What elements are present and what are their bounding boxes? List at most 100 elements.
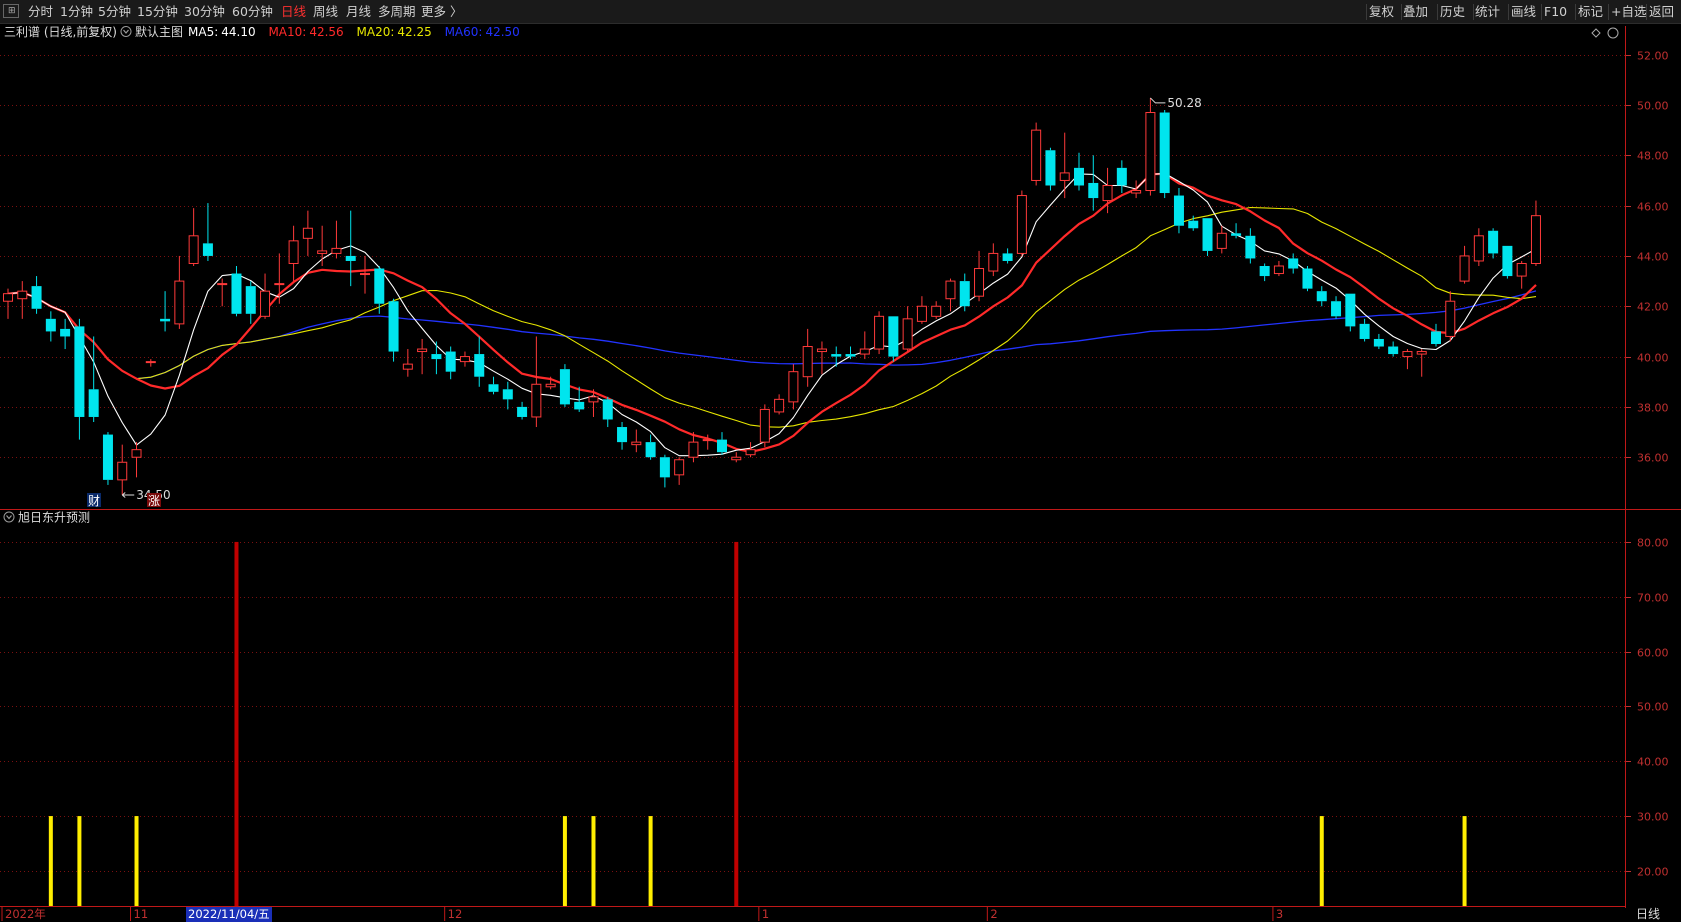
x-label: 2: [990, 907, 997, 921]
candle-down: [160, 318, 171, 322]
indicator-title-group[interactable]: 旭日东升预测: [3, 511, 90, 525]
candle-down: [1488, 230, 1499, 254]
candle-down: [1074, 167, 1084, 186]
toolbar-divider: [1575, 4, 1576, 20]
candle-up: [145, 361, 156, 364]
price-tick-label: 50.00: [1637, 100, 1669, 113]
cursor-date: 2022/11/04/五: [188, 907, 270, 921]
toolbar-button-5[interactable]: F10: [1544, 3, 1567, 21]
candle-down: [388, 301, 399, 352]
toolbar-divider: [1473, 4, 1474, 20]
high-price-label: 50.28: [1167, 96, 1201, 110]
candle-down: [888, 316, 899, 357]
candle-up: [317, 250, 328, 254]
candle-up: [1530, 215, 1541, 264]
indicator-tick-label: 60.00: [1637, 647, 1669, 660]
candle-down: [1173, 195, 1184, 226]
candle-down: [45, 318, 56, 332]
ma20-label: MA20:: [357, 25, 395, 39]
toolbar-divider: [1608, 4, 1609, 20]
indicator-bars: [48, 541, 1467, 906]
panel-controls[interactable]: [1591, 27, 1619, 39]
ma5-value: 44.10: [221, 25, 255, 39]
tab-period-8[interactable]: 月线: [346, 3, 371, 21]
candle-down: [474, 354, 485, 377]
candle-down: [1359, 323, 1370, 339]
tab-period-2[interactable]: 5分钟: [98, 3, 131, 21]
x-label: 12: [448, 907, 463, 921]
finance-badge[interactable]: 财: [88, 494, 100, 508]
candle-up: [1459, 255, 1470, 282]
price-tick-label: 46.00: [1637, 201, 1669, 214]
candle-down: [602, 399, 613, 420]
candle-up: [1031, 129, 1042, 181]
candle-up: [745, 449, 756, 456]
diamond-icon[interactable]: [1591, 28, 1601, 38]
candle-down: [502, 389, 513, 400]
ma5-line: [7, 172, 1537, 457]
toolbar-button-8[interactable]: 返回: [1649, 3, 1674, 21]
candle-up: [459, 356, 470, 363]
candle-down: [74, 326, 85, 417]
candle-up: [802, 346, 813, 378]
indicator-tick-label: 20.00: [1637, 866, 1669, 879]
signal-bar: [48, 816, 53, 906]
toolbar-button-3[interactable]: 统计: [1475, 3, 1500, 21]
candle-up: [274, 283, 285, 286]
candle-down: [1502, 245, 1513, 277]
candle-up: [260, 290, 271, 317]
candle-up: [1445, 300, 1456, 337]
candle-down: [1245, 235, 1256, 259]
candle-up: [1216, 232, 1227, 249]
window-menu-button[interactable]: ⊞: [3, 4, 19, 18]
ma10-value: 42.56: [309, 25, 343, 39]
tab-period-6[interactable]: 日线: [281, 3, 306, 21]
indicator-dropdown-icon[interactable]: [3, 511, 15, 523]
moving-average-lines: [7, 172, 1537, 457]
chart-canvas[interactable]: 36.00 38.00 40.00 42.00 44.00 46.00 48.00 50.00…: [0, 0, 1681, 922]
toolbar-button-1[interactable]: 叠加: [1403, 3, 1428, 21]
candle-up: [816, 348, 827, 353]
tab-period-10[interactable]: 更多 〉: [421, 3, 462, 21]
candle-up: [674, 459, 685, 476]
ma5-label: MA5:: [188, 25, 218, 39]
indicator-tick-label: 40.00: [1637, 756, 1669, 769]
rise-badge[interactable]: 涨: [148, 493, 160, 508]
signal-bar: [562, 816, 567, 906]
candle-up: [688, 441, 699, 458]
candle-down: [1259, 266, 1270, 277]
signal-bar: [134, 816, 139, 906]
toolbar-button-4[interactable]: 画线: [1511, 3, 1536, 21]
dropdown-icon: [120, 26, 132, 37]
candle-up: [1273, 265, 1284, 275]
candle-down: [488, 384, 499, 392]
ma60-value: 42.50: [485, 25, 519, 39]
tab-period-5[interactable]: 60分钟: [232, 3, 273, 21]
candle-up: [702, 439, 713, 442]
toolbar-divider: [1437, 4, 1438, 20]
candle-down: [845, 354, 856, 357]
tab-period-7[interactable]: 周线: [313, 3, 338, 21]
circle-icon[interactable]: [1607, 27, 1619, 39]
template-selector[interactable]: 默认主图: [120, 24, 183, 39]
tab-period-3[interactable]: 15分钟: [137, 3, 178, 21]
tab-period-4[interactable]: 30分钟: [184, 3, 225, 21]
x-label: 1: [762, 907, 769, 921]
toolbar-button-6[interactable]: 标记: [1578, 3, 1603, 21]
toolbar-button-0[interactable]: 复权: [1369, 3, 1394, 21]
tab-period-9[interactable]: 多周期: [378, 3, 416, 21]
tab-period-1[interactable]: 1分钟: [60, 3, 93, 21]
toolbar-button-7[interactable]: +自选: [1611, 3, 1646, 21]
toolbar-divider: [1366, 4, 1367, 20]
ma-legend: MA5: 44.10 MA10: 42.56 MA20: 42.25 MA60: 42.…: [188, 25, 520, 39]
tab-period-0[interactable]: 分时: [28, 3, 53, 21]
stock-title: 三利谱 (日线,前复权): [4, 24, 117, 39]
candle-down: [445, 351, 456, 372]
candle-up: [188, 235, 199, 264]
x-label: 3: [1276, 907, 1283, 921]
candle-down: [31, 286, 42, 309]
candle-up: [1131, 190, 1142, 194]
candle-down: [1373, 338, 1384, 347]
candle-up: [588, 396, 599, 403]
toolbar-button-2[interactable]: 历史: [1440, 3, 1465, 21]
